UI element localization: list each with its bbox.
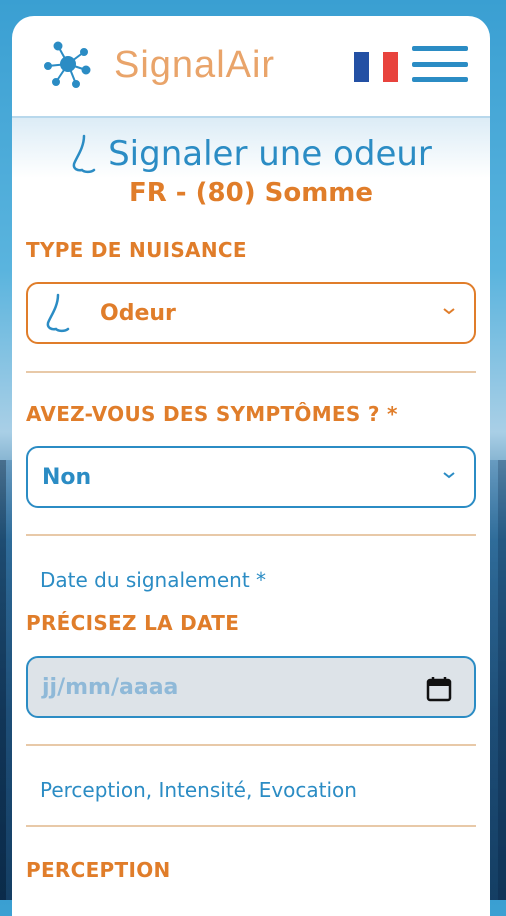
date-label: PRÉCISEZ LA DATE: [26, 611, 240, 635]
france-flag-icon[interactable]: [354, 52, 399, 82]
divider: [26, 371, 476, 373]
page-heading: Signaler une odeur FR - (80) Somme: [12, 134, 490, 208]
page-title: Signaler une odeur: [108, 134, 432, 174]
app-card: SignalAir Signaler une odeur FR - (80) S…: [12, 16, 490, 916]
hamburger-menu-icon[interactable]: [412, 46, 468, 82]
page-subtitle: FR - (80) Somme: [128, 178, 374, 208]
symptoms-label: AVEZ-VOUS DES SYMPTÔMES ? *: [26, 402, 398, 426]
calendar-icon[interactable]: [426, 676, 452, 702]
nuisance-section: TYPE DE NUISANCE: [26, 238, 476, 262]
perception-section: PERCEPTION: [26, 858, 476, 882]
symptoms-select[interactable]: Non: [26, 446, 476, 508]
nose-icon: [46, 293, 70, 333]
app-header: SignalAir: [12, 16, 490, 118]
nuisance-select[interactable]: Odeur: [26, 282, 476, 344]
date-placeholder: jj/mm/aaaa: [42, 674, 179, 700]
nuisance-label: TYPE DE NUISANCE: [26, 238, 247, 262]
perception-label: PERCEPTION: [26, 858, 171, 882]
chevron-down-icon: [443, 308, 455, 315]
chevron-down-icon: [443, 472, 455, 479]
divider: [26, 534, 476, 536]
perception-note: Perception, Intensité, Evocation: [40, 778, 357, 802]
signalair-logo-icon[interactable]: [42, 40, 94, 88]
symptoms-value: Non: [42, 464, 92, 490]
nuisance-value: Odeur: [100, 300, 176, 326]
date-input[interactable]: jj/mm/aaaa: [26, 656, 476, 718]
divider: [26, 825, 476, 827]
nose-icon: [72, 134, 96, 174]
page-title-wrap: Signaler une odeur: [70, 134, 432, 174]
symptoms-section: AVEZ-VOUS DES SYMPTÔMES ? *: [26, 402, 476, 426]
date-note: Date du signalement *: [40, 568, 267, 592]
date-section: PRÉCISEZ LA DATE: [26, 611, 476, 635]
brand-name[interactable]: SignalAir: [114, 44, 275, 87]
divider: [26, 744, 476, 746]
